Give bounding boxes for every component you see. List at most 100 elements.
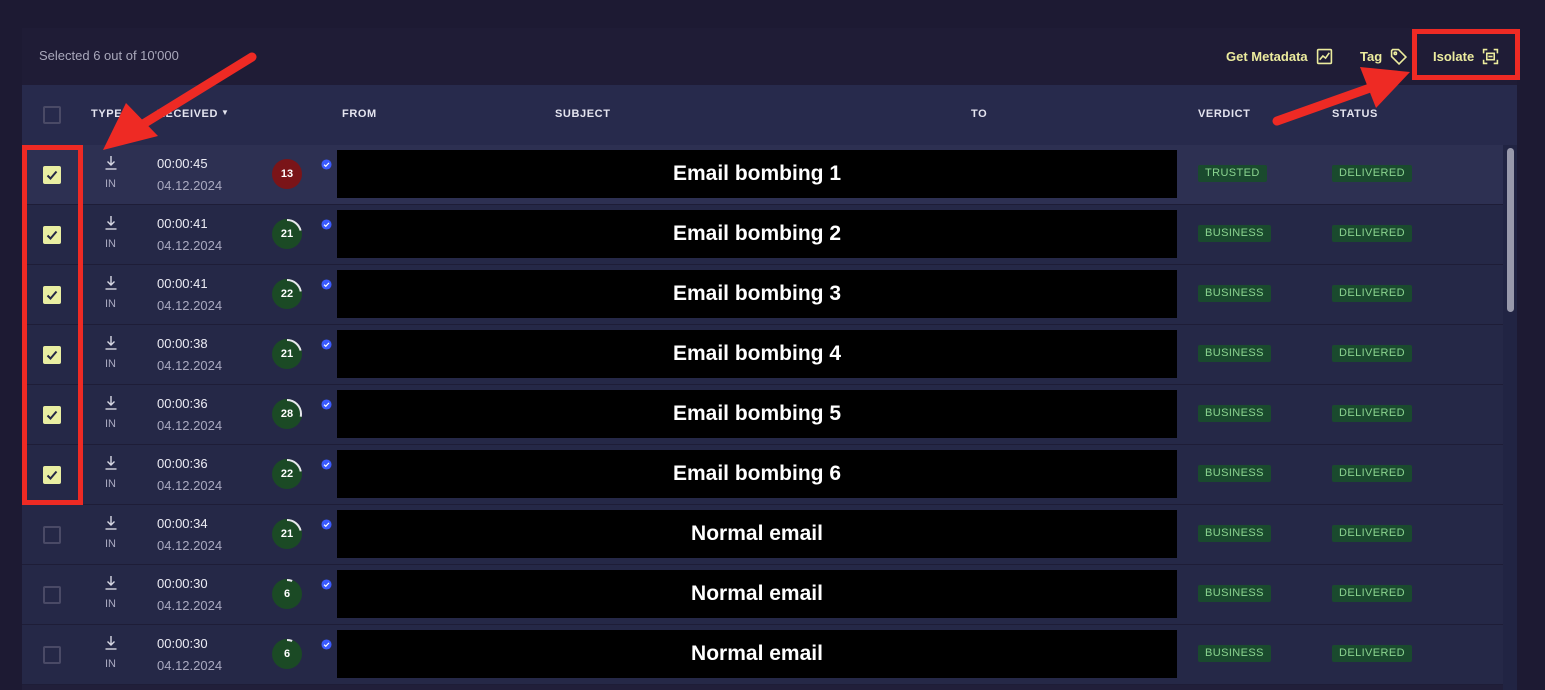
received-date: 04.12.2024 bbox=[157, 238, 223, 253]
verdict-badge: BUSINESS bbox=[1198, 225, 1271, 242]
received-date: 04.12.2024 bbox=[157, 178, 223, 193]
select-all-checkbox[interactable] bbox=[43, 106, 61, 124]
received-date: 04.12.2024 bbox=[157, 598, 223, 613]
status-badge: DELIVERED bbox=[1332, 285, 1412, 302]
verified-check-icon bbox=[321, 339, 332, 350]
checkmark-icon bbox=[46, 470, 58, 480]
tag-button[interactable]: Tag bbox=[1360, 45, 1408, 67]
column-received[interactable]: RECEIVED ▼ bbox=[157, 108, 230, 120]
download-icon bbox=[105, 336, 117, 350]
status-badge: DELIVERED bbox=[1332, 645, 1412, 662]
row-checkbox[interactable] bbox=[43, 226, 61, 244]
redacted-email-details[interactable]: Normal email bbox=[337, 570, 1177, 618]
received-time: 00:00:36 bbox=[157, 396, 208, 411]
table-row[interactable]: IN 00:00:36 04.12.2024 28 Email bombing 5 BUS… bbox=[22, 385, 1503, 445]
risk-score: 21 bbox=[270, 217, 304, 251]
risk-score: 6 bbox=[270, 577, 304, 611]
risk-score-value: 22 bbox=[280, 288, 294, 300]
checkmark-icon bbox=[46, 410, 58, 420]
risk-score-value: 22 bbox=[280, 468, 294, 480]
verdict-badge: BUSINESS bbox=[1198, 465, 1271, 482]
checkmark-icon bbox=[46, 350, 58, 360]
verified-check-icon bbox=[321, 579, 332, 590]
sort-caret-icon: ▼ bbox=[221, 108, 230, 117]
row-checkbox[interactable] bbox=[43, 406, 61, 424]
received-time: 00:00:41 bbox=[157, 216, 208, 231]
column-status[interactable]: STATUS bbox=[1332, 108, 1378, 120]
redacted-email-details[interactable]: Email bombing 6 bbox=[337, 450, 1177, 498]
row-checkbox[interactable] bbox=[43, 346, 61, 364]
received-date: 04.12.2024 bbox=[157, 478, 223, 493]
download-icon bbox=[105, 636, 117, 650]
download-icon bbox=[105, 576, 117, 590]
redacted-email-details[interactable]: Email bombing 3 bbox=[337, 270, 1177, 318]
get-metadata-button[interactable]: Get Metadata bbox=[1226, 45, 1333, 67]
status-badge: DELIVERED bbox=[1332, 405, 1412, 422]
column-to[interactable]: TO bbox=[971, 108, 987, 120]
received-time: 00:00:41 bbox=[157, 276, 208, 291]
redacted-email-details[interactable]: Normal email bbox=[337, 630, 1177, 678]
row-checkbox[interactable] bbox=[43, 466, 61, 484]
download-icon bbox=[105, 396, 117, 410]
table-row[interactable]: IN 00:00:41 04.12.2024 21 Email bombing 2 BUS… bbox=[22, 205, 1503, 265]
received-date: 04.12.2024 bbox=[157, 298, 223, 313]
risk-score-value: 6 bbox=[283, 588, 291, 600]
isolate-button[interactable]: Isolate bbox=[1433, 45, 1499, 67]
column-verdict[interactable]: VERDICT bbox=[1198, 108, 1250, 120]
column-from[interactable]: FROM bbox=[342, 108, 377, 120]
table-row[interactable]: IN 00:00:30 04.12.2024 6 Normal email BUSINES… bbox=[22, 625, 1503, 685]
received-time: 00:00:34 bbox=[157, 516, 208, 531]
redacted-email-details[interactable]: Email bombing 4 bbox=[337, 330, 1177, 378]
download-icon bbox=[105, 516, 117, 530]
risk-score: 22 bbox=[270, 457, 304, 491]
row-checkbox[interactable] bbox=[43, 526, 61, 544]
table-row[interactable]: IN 00:00:30 04.12.2024 6 Normal email BUSINES… bbox=[22, 565, 1503, 625]
status-badge: DELIVERED bbox=[1332, 165, 1412, 182]
type-label: IN bbox=[105, 658, 116, 670]
type-label: IN bbox=[105, 538, 116, 550]
download-icon bbox=[105, 456, 117, 470]
table-row[interactable]: IN 00:00:36 04.12.2024 22 Email bombing 6 BUS… bbox=[22, 445, 1503, 505]
received-date: 04.12.2024 bbox=[157, 358, 223, 373]
column-received-label: RECEIVED bbox=[157, 108, 219, 120]
table-row[interactable]: IN 00:00:41 04.12.2024 22 Email bombing 3 BUS… bbox=[22, 265, 1503, 325]
type-label: IN bbox=[105, 598, 116, 610]
received-time: 00:00:36 bbox=[157, 456, 208, 471]
scrollbar-thumb[interactable] bbox=[1507, 148, 1514, 312]
tag-icon bbox=[1390, 48, 1408, 65]
download-icon bbox=[105, 276, 117, 290]
row-checkbox[interactable] bbox=[43, 586, 61, 604]
isolate-icon bbox=[1482, 48, 1499, 64]
table-row[interactable]: IN 00:00:38 04.12.2024 21 Email bombing 4 BUS… bbox=[22, 325, 1503, 385]
row-checkbox[interactable] bbox=[43, 286, 61, 304]
risk-score-value: 21 bbox=[280, 528, 294, 540]
selection-count: Selected 6 out of 10'000 bbox=[39, 48, 179, 63]
checkmark-icon bbox=[46, 230, 58, 240]
risk-score: 6 bbox=[270, 637, 304, 671]
redacted-email-details[interactable]: Email bombing 5 bbox=[337, 390, 1177, 438]
status-badge: DELIVERED bbox=[1332, 465, 1412, 482]
verdict-badge: BUSINESS bbox=[1198, 405, 1271, 422]
row-checkbox[interactable] bbox=[43, 166, 61, 184]
risk-score: 22 bbox=[270, 277, 304, 311]
redacted-email-details[interactable]: Email bombing 2 bbox=[337, 210, 1177, 258]
column-subject[interactable]: SUBJECT bbox=[555, 108, 611, 120]
table-row[interactable]: IN 00:00:34 04.12.2024 21 Normal email BUSINE… bbox=[22, 505, 1503, 565]
redacted-email-details[interactable]: Normal email bbox=[337, 510, 1177, 558]
redacted-email-details[interactable]: Email bombing 1 bbox=[337, 150, 1177, 198]
chart-icon bbox=[1316, 48, 1332, 64]
verified-check-icon bbox=[321, 639, 332, 650]
tag-label: Tag bbox=[1360, 48, 1383, 64]
verified-check-icon bbox=[321, 279, 332, 290]
verified-check-icon bbox=[321, 459, 332, 470]
verified-check-icon bbox=[321, 219, 332, 230]
column-type[interactable]: TYPE bbox=[91, 108, 122, 120]
row-checkbox[interactable] bbox=[43, 646, 61, 664]
type-label: IN bbox=[105, 238, 116, 250]
received-time: 00:00:30 bbox=[157, 636, 208, 651]
table-row[interactable]: IN 00:00:45 04.12.2024 13 Email bombing 1 TRU… bbox=[22, 145, 1503, 205]
download-icon bbox=[105, 156, 117, 170]
verified-check-icon bbox=[321, 159, 332, 170]
status-badge: DELIVERED bbox=[1332, 525, 1412, 542]
status-badge: DELIVERED bbox=[1332, 345, 1412, 362]
